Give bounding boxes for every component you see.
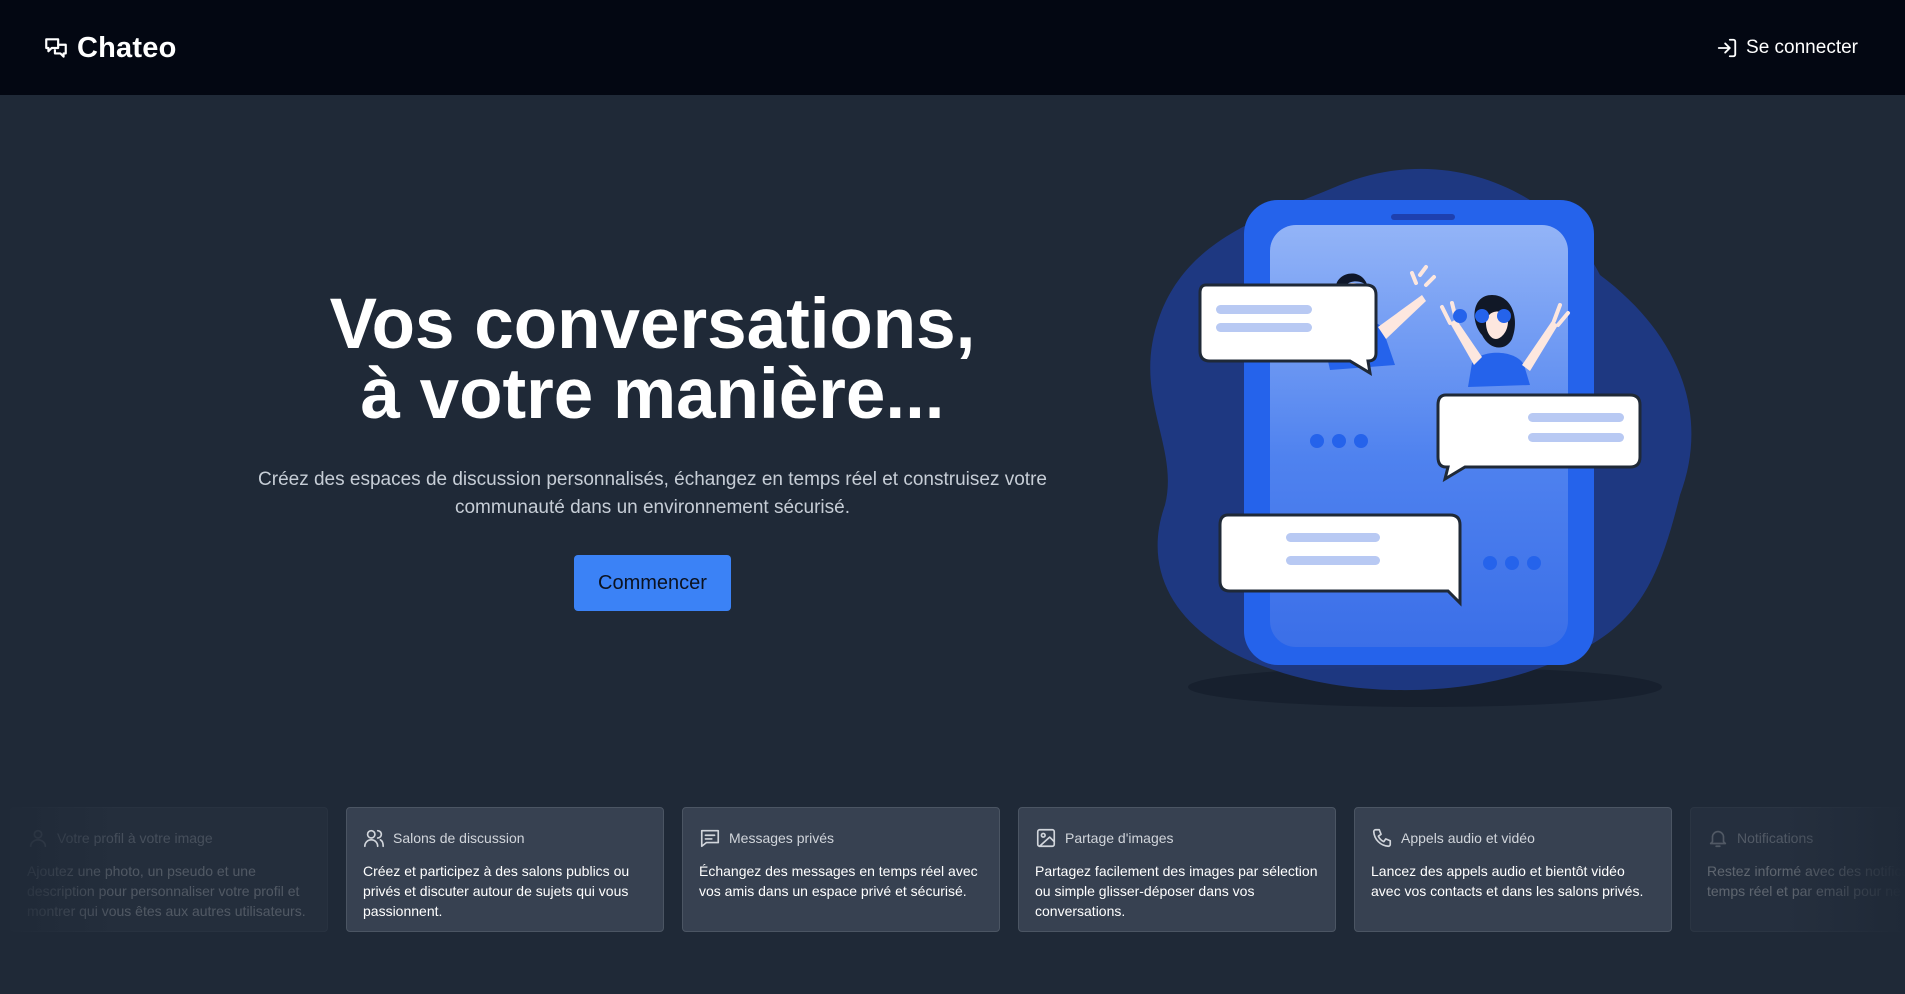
hero-title-line-1: Vos conversations, [329, 285, 976, 364]
feature-description: Échangez des messages en temps réel avec… [699, 863, 978, 899]
feature-title: Partage d'images [1065, 830, 1174, 846]
carousel-fade-left [0, 807, 120, 934]
typing-dot [1354, 434, 1368, 448]
chat-bubble-right-middle [1436, 393, 1642, 483]
feature-description: Partagez facilement des images par sélec… [1035, 863, 1318, 919]
feature-title: Salons de discussion [393, 830, 525, 846]
get-started-button[interactable]: Commencer [574, 555, 731, 611]
chat-bubble-bottom [1218, 513, 1462, 607]
feature-card-rooms: Salons de discussion Créez et participez… [346, 807, 664, 932]
typing-dot [1310, 434, 1324, 448]
hero-illustration [1120, 155, 1720, 735]
feature-card-private-messages: Messages privés Échangez des messages en… [682, 807, 1000, 932]
hero-subtitle-line-1: Créez des espaces de discussion personna… [258, 469, 1047, 490]
phone-speaker [1391, 214, 1455, 220]
hero-title: Vos conversations, à votre manière... [200, 289, 1105, 430]
feature-description: Lancez des appels audio et bientôt vidéo… [1371, 863, 1644, 899]
feature-description: Créez et participez à des salons publics… [363, 863, 630, 919]
typing-dot [1475, 309, 1489, 323]
chat-bubbles-icon [43, 35, 69, 61]
feature-title: Appels audio et vidéo [1401, 830, 1535, 846]
login-button[interactable]: Se connecter [1716, 34, 1858, 62]
typing-dot [1332, 434, 1346, 448]
image-icon [1035, 827, 1057, 849]
typing-dot [1483, 556, 1497, 570]
typing-dot [1505, 556, 1519, 570]
features-carousel: Votre profil à votre image Ajoutez une p… [0, 807, 1905, 934]
phone-icon [1371, 827, 1393, 849]
hero-subtitle: Créez des espaces de discussion personna… [220, 466, 1085, 522]
typing-dot [1497, 309, 1511, 323]
bell-icon [1707, 827, 1729, 849]
login-label: Se connecter [1746, 37, 1858, 58]
carousel-fade-right [1785, 807, 1905, 934]
feature-card-calls: Appels audio et vidéo Lancez des appels … [1354, 807, 1672, 932]
users-icon [363, 827, 385, 849]
typing-dot [1453, 309, 1467, 323]
login-icon [1716, 37, 1738, 59]
feature-title: Messages privés [729, 830, 835, 846]
hero-title-line-2: à votre manière... [360, 355, 945, 434]
brand-logo[interactable]: Chateo [43, 30, 177, 66]
chat-bubble-left-top [1198, 283, 1378, 376]
typing-dot [1527, 556, 1541, 570]
brand-name: Chateo [77, 31, 177, 64]
top-navigation-bar: Chateo Se connecter [0, 0, 1905, 95]
message-square-icon [699, 827, 721, 849]
feature-card-image-sharing: Partage d'images Partagez facilement des… [1018, 807, 1336, 932]
hero-subtitle-line-2: communauté dans un environnement sécuris… [454, 497, 850, 518]
